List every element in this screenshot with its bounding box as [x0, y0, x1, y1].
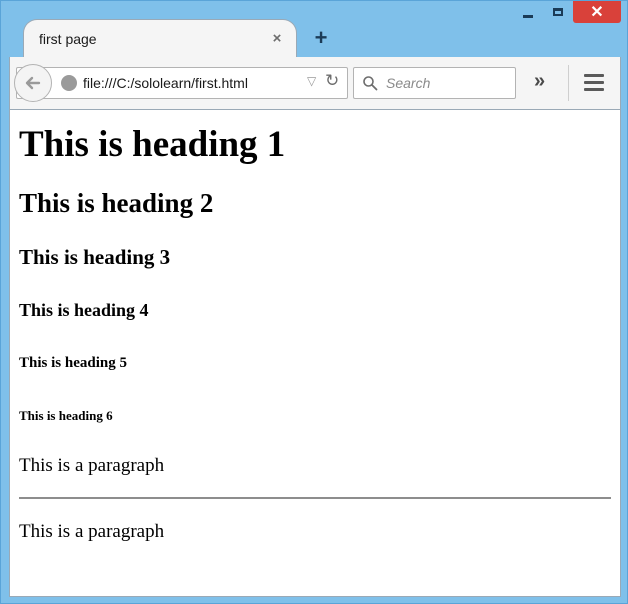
heading-5: This is heading 5	[19, 355, 127, 371]
back-button[interactable]	[14, 64, 52, 102]
page-content-area: This is heading 1 This is heading 2 This…	[9, 109, 621, 597]
heading-2: This is heading 2	[19, 188, 214, 218]
browser-window: ✕ first page × + file:///C:/sololearn/fi…	[0, 0, 628, 604]
back-arrow-icon	[25, 76, 41, 90]
heading-4: This is heading 4	[19, 300, 149, 320]
search-icon	[363, 76, 378, 91]
reload-icon[interactable]: ↻	[325, 71, 339, 91]
close-icon: ✕	[590, 4, 604, 21]
horizontal-rule	[19, 497, 611, 499]
minimize-button[interactable]	[513, 1, 543, 23]
url-text[interactable]: file:///C:/sololearn/first.html	[83, 75, 248, 91]
tab-close-button[interactable]: ×	[266, 30, 288, 47]
navigation-toolbar: file:///C:/sololearn/first.html ▽ ↻ Sear…	[9, 57, 621, 109]
heading-3: This is heading 3	[19, 245, 171, 269]
paragraph-1: This is a paragraph	[19, 455, 165, 476]
paragraph-2: This is a paragraph	[19, 521, 165, 542]
heading-6: This is heading 6	[19, 408, 113, 423]
window-controls: ✕	[513, 1, 621, 25]
search-placeholder: Search	[386, 75, 431, 91]
tab-first-page[interactable]: first page ×	[23, 19, 297, 57]
new-tab-button[interactable]: +	[310, 27, 332, 49]
globe-icon	[61, 75, 77, 91]
toolbar-divider	[568, 65, 569, 101]
maximize-icon	[553, 8, 563, 16]
heading-1: This is heading 1	[19, 124, 286, 165]
overflow-chevron-icon[interactable]: »	[534, 70, 545, 93]
dropdown-icon[interactable]: ▽	[307, 74, 316, 88]
tab-title: first page	[39, 30, 97, 47]
search-input[interactable]: Search	[353, 67, 516, 99]
minimize-icon	[523, 14, 533, 18]
maximize-button[interactable]	[543, 1, 573, 23]
hamburger-menu-icon[interactable]	[584, 74, 604, 95]
address-bar[interactable]: file:///C:/sololearn/first.html ▽ ↻	[14, 64, 348, 102]
close-window-button[interactable]: ✕	[573, 1, 621, 23]
